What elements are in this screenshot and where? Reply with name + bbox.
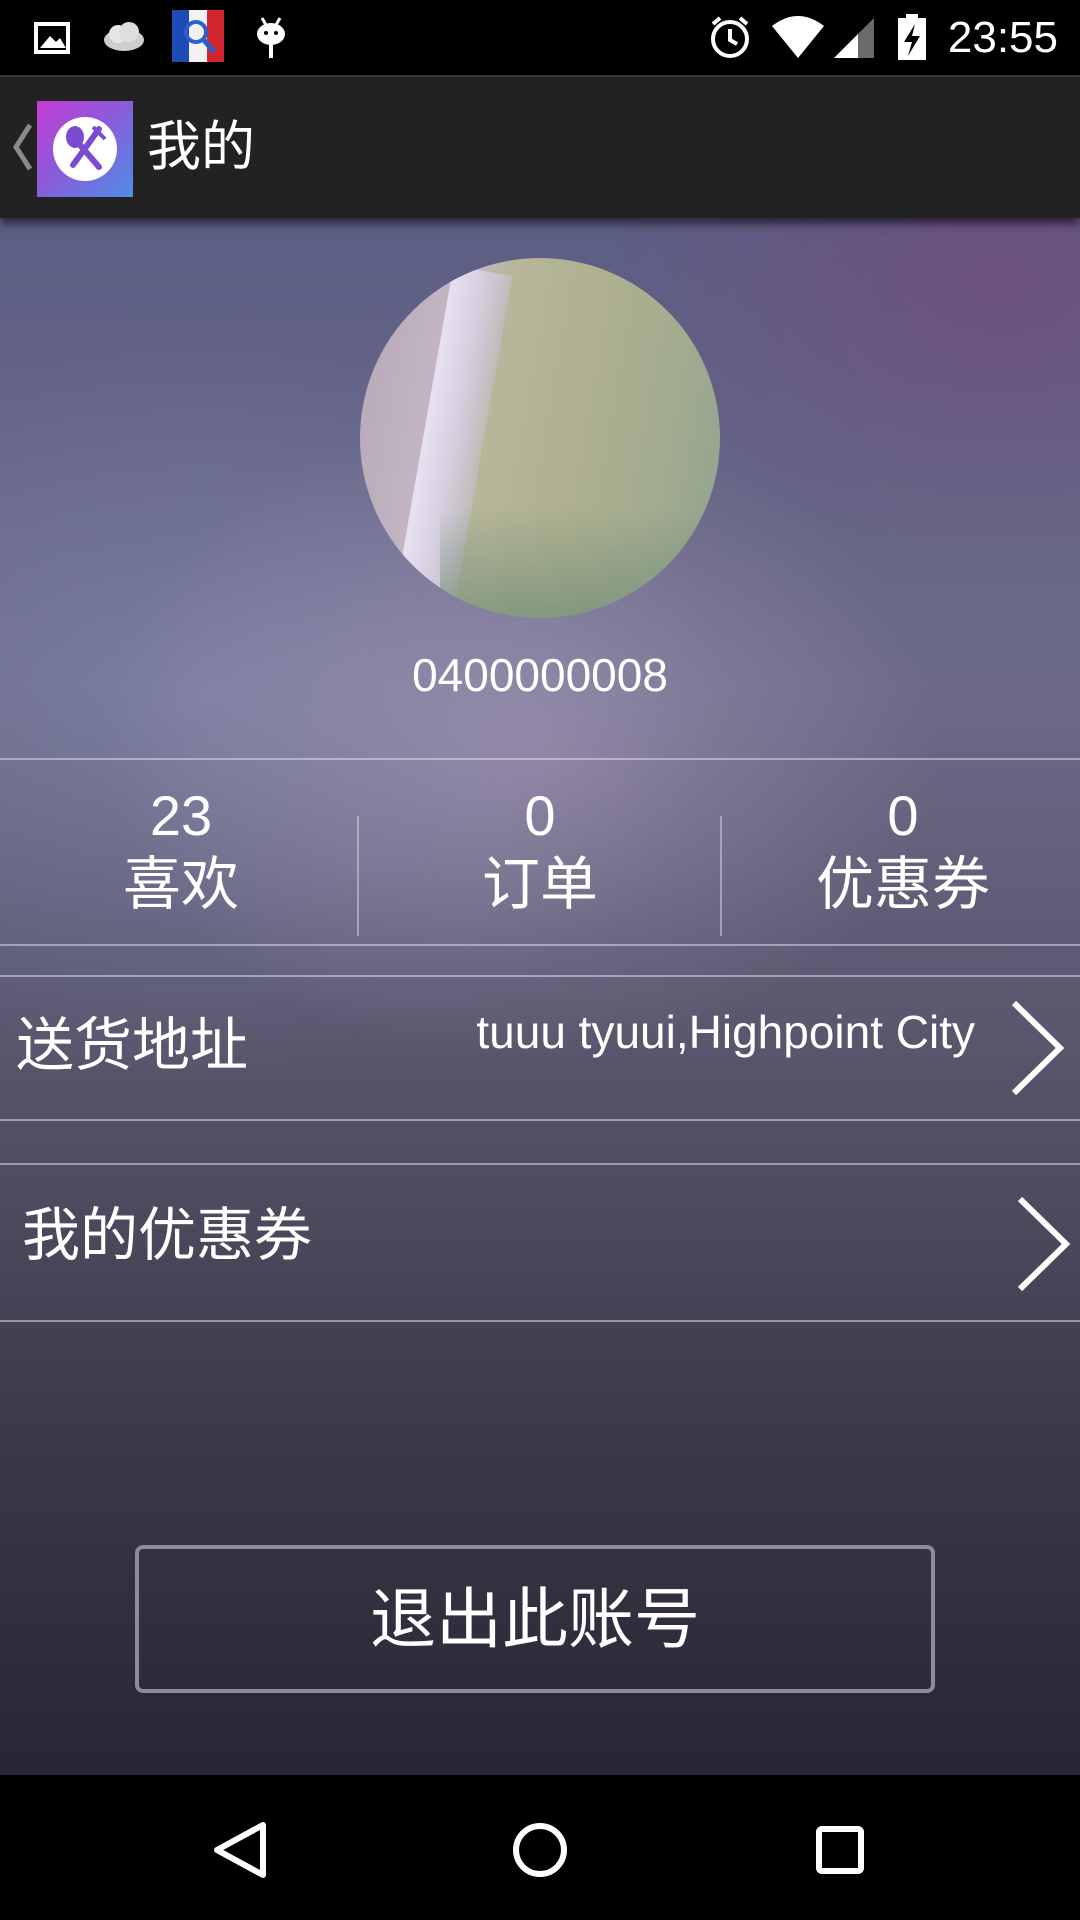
stat-likes-label: 喜欢 — [122, 850, 239, 918]
stat-orders-value: 0 — [524, 784, 556, 847]
stat-likes-value: 23 — [149, 784, 213, 847]
stat-coupons[interactable]: 0 优惠券 — [722, 760, 1080, 946]
stats-bar: 23 喜欢 0 订单 0 优惠券 — [0, 760, 1080, 946]
divider — [0, 1320, 1080, 1322]
stat-coupons-value: 0 — [887, 784, 919, 847]
app-notification-icon — [172, 10, 224, 62]
android-debug-icon — [257, 17, 285, 58]
up-chevron-icon[interactable] — [10, 119, 36, 175]
cell-signal-icon — [834, 18, 874, 58]
recents-icon[interactable] — [795, 1805, 885, 1895]
delivery-address-row[interactable]: 送货地址 tuuu tyuui,Highpoint City — [0, 977, 1080, 1119]
home-icon[interactable] — [495, 1805, 585, 1895]
chevron-right-icon — [1011, 1000, 1065, 1096]
stat-orders[interactable]: 0 订单 — [359, 760, 721, 946]
status-bar: 23:55 — [0, 0, 1080, 75]
avatar[interactable] — [360, 258, 720, 618]
stat-coupons-label: 优惠券 — [815, 850, 990, 918]
alarm-icon — [711, 16, 749, 58]
page-title: 我的 — [147, 115, 255, 178]
screen: 23:55 我的 0400000008 23 喜欢 0 订单 0 优惠券 送货地… — [0, 0, 1080, 1920]
image-icon — [34, 22, 70, 54]
username: 0400000008 — [412, 649, 668, 701]
navigation-bar — [0, 1775, 1080, 1920]
back-icon[interactable] — [195, 1805, 285, 1895]
logout-button[interactable]: 退出此账号 — [135, 1545, 935, 1693]
app-logo-disc — [53, 117, 117, 181]
clock: 23:55 — [947, 13, 1058, 62]
fork-spoon-icon — [66, 125, 107, 170]
divider — [0, 1119, 1080, 1121]
app-logo[interactable] — [37, 101, 133, 197]
stat-orders-label: 订单 — [481, 850, 598, 918]
stat-likes[interactable]: 23 喜欢 — [0, 760, 362, 946]
battery-charging-icon — [898, 14, 926, 60]
my-coupons-row[interactable]: 我的优惠券 — [0, 1165, 1080, 1320]
my-coupons-label: 我的优惠券 — [22, 1201, 313, 1269]
divider — [0, 944, 1080, 946]
delivery-address-value: tuuu tyuui,Highpoint City — [476, 1006, 975, 1058]
wifi-icon — [772, 16, 824, 58]
chevron-right-icon — [1017, 1196, 1071, 1292]
cloud-icon — [104, 22, 144, 51]
delivery-address-label: 送货地址 — [16, 1011, 249, 1079]
action-bar: 我的 — [0, 75, 1080, 218]
